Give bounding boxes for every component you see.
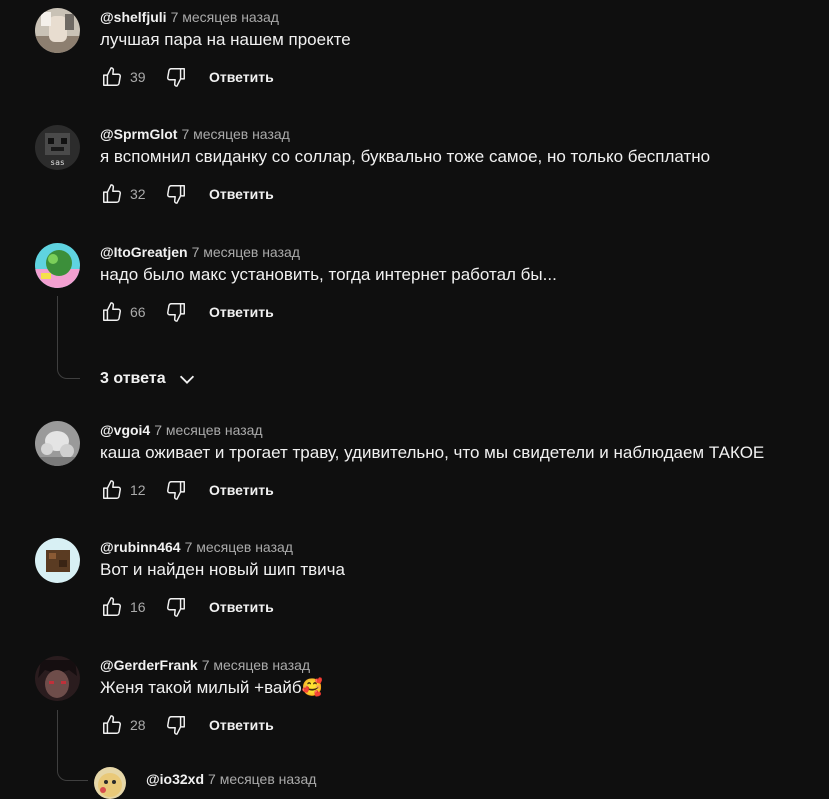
like-icon[interactable] xyxy=(100,713,124,737)
dislike-icon[interactable] xyxy=(164,595,188,619)
reply-button[interactable]: Ответить xyxy=(209,599,274,615)
like-count: 28 xyxy=(130,717,146,733)
comment-time[interactable]: 7 месяцев назад xyxy=(202,657,310,673)
dislike-icon[interactable] xyxy=(164,713,188,737)
like-count: 16 xyxy=(130,599,146,615)
thread-line xyxy=(57,296,80,379)
replies-toggle-button[interactable]: 3 ответа xyxy=(100,366,198,392)
dislike-icon[interactable] xyxy=(164,65,188,89)
comment-text: Вот и найден новый шип твича xyxy=(100,560,345,579)
comment-author[interactable]: @rubinn464 xyxy=(100,539,181,555)
dislike-icon[interactable] xyxy=(164,182,188,206)
like-icon[interactable] xyxy=(100,182,124,206)
comment-author[interactable]: @SprmGlot xyxy=(100,126,177,142)
comment-text: надо было макс установить, тогда интерне… xyxy=(100,265,557,284)
like-icon[interactable] xyxy=(100,595,124,619)
comment-text: я вспомнил свиданку со соллар, буквально… xyxy=(100,147,711,166)
replies-count-label: 3 ответа xyxy=(100,370,166,387)
comment-text: каша оживает и трогает траву, удивительн… xyxy=(100,443,765,462)
comment-time[interactable]: 7 месяцев назад xyxy=(181,126,289,142)
comment-author[interactable]: @shelfjuli xyxy=(100,9,167,25)
reply-button[interactable]: Ответить xyxy=(209,717,274,733)
avatar[interactable] xyxy=(35,243,80,288)
dislike-icon[interactable] xyxy=(164,300,188,324)
comment-author[interactable]: @ItoGreatjen xyxy=(100,244,188,260)
comment-time[interactable]: 7 месяцев назад xyxy=(192,244,300,260)
avatar[interactable] xyxy=(35,656,80,701)
avatar-caption: sas xyxy=(50,158,65,167)
avatar[interactable] xyxy=(35,8,80,53)
comment-text: лучшая пара на нашем проекте xyxy=(100,30,351,49)
comment-time[interactable]: 7 месяцев назад xyxy=(185,539,293,555)
avatar[interactable] xyxy=(35,538,80,583)
reply-button[interactable]: Ответить xyxy=(209,186,274,202)
like-count: 39 xyxy=(130,69,146,85)
chevron-down-icon xyxy=(179,375,194,384)
like-count: 66 xyxy=(130,304,146,320)
reply-button[interactable]: Ответить xyxy=(209,304,274,320)
comment-author[interactable]: @vgoi4 xyxy=(100,422,150,438)
avatar[interactable]: sas xyxy=(35,125,80,170)
like-count: 32 xyxy=(130,186,146,202)
dislike-icon[interactable] xyxy=(164,478,188,502)
reply-author[interactable]: @io32xd xyxy=(146,771,204,787)
comment-text: Женя такой милый +вайб🥰 xyxy=(100,678,323,697)
like-icon[interactable] xyxy=(100,65,124,89)
reply-avatar[interactable] xyxy=(94,767,126,799)
reply-button[interactable]: Ответить xyxy=(209,482,274,498)
avatar[interactable] xyxy=(35,421,80,466)
comment-time[interactable]: 7 месяцев назад xyxy=(154,422,262,438)
like-icon[interactable] xyxy=(100,300,124,324)
reply-button[interactable]: Ответить xyxy=(209,69,274,85)
like-count: 12 xyxy=(130,482,146,498)
reply-time[interactable]: 7 месяцев назад xyxy=(208,771,316,787)
comment-author[interactable]: @GerderFrank xyxy=(100,657,198,673)
thread-line xyxy=(57,710,88,781)
comment-time[interactable]: 7 месяцев назад xyxy=(171,9,279,25)
like-icon[interactable] xyxy=(100,478,124,502)
